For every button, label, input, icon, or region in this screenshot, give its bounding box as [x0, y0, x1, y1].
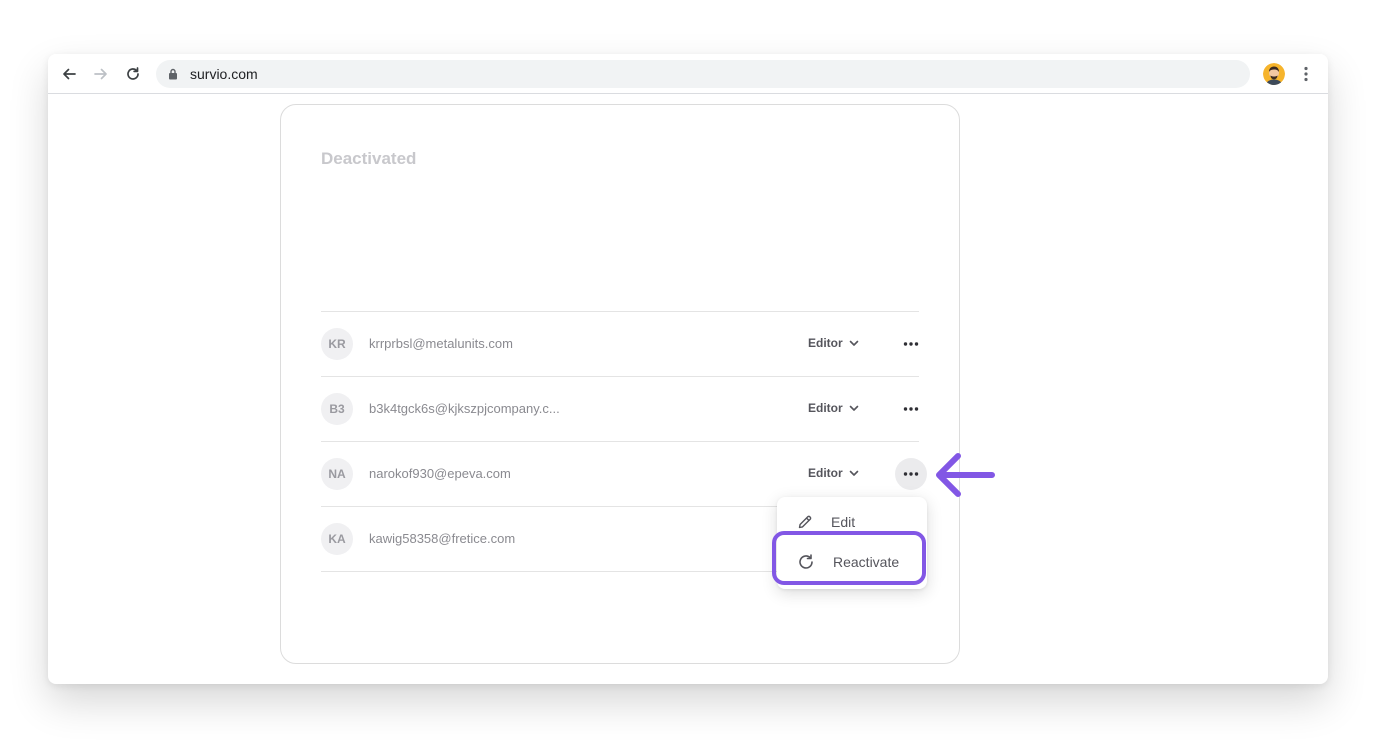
- member-email: kawig58358@fretice.com: [369, 531, 516, 546]
- member-avatar: B3: [321, 393, 353, 425]
- chevron-down-icon: [849, 470, 858, 476]
- more-options-button[interactable]: [895, 393, 927, 425]
- member-email: narokof930@epeva.com: [369, 466, 511, 481]
- chevron-down-icon: [849, 405, 858, 411]
- member-avatar: NA: [321, 458, 353, 490]
- reload-icon[interactable]: [123, 64, 143, 84]
- member-email: b3k4tgck6s@kjkszpjcompany.c...: [369, 401, 560, 416]
- url-text: survio.com: [190, 66, 258, 82]
- member-row: B3 b3k4tgck6s@kjkszpjcompany.c... Editor: [321, 377, 919, 442]
- edit-label: Edit: [831, 514, 856, 530]
- role-dropdown[interactable]: Editor: [808, 401, 859, 415]
- deactivated-members-card: Deactivated KR krrprbsl@metalunits.com E…: [280, 104, 960, 664]
- chevron-down-icon: [849, 340, 858, 346]
- role-dropdown[interactable]: Editor: [808, 336, 859, 350]
- member-avatar: KA: [321, 523, 353, 555]
- forward-icon[interactable]: [91, 64, 111, 84]
- reactivate-label: Reactivate: [833, 554, 900, 570]
- profile-avatar[interactable]: [1263, 63, 1285, 85]
- pointer-arrow-icon: [936, 453, 995, 497]
- reactivate-menu-item[interactable]: Reactivate: [777, 545, 927, 579]
- back-icon[interactable]: [59, 64, 79, 84]
- member-row: KR krrprbsl@metalunits.com Editor: [321, 312, 919, 377]
- role-label: Editor: [808, 466, 843, 480]
- role-label: Editor: [808, 401, 843, 415]
- more-options-button[interactable]: [895, 328, 927, 360]
- more-horizontal-icon: [903, 407, 919, 411]
- more-horizontal-icon: [903, 342, 919, 346]
- pencil-icon: [798, 515, 812, 529]
- more-horizontal-icon: [903, 472, 919, 476]
- member-options-menu: Edit Reactivate: [772, 497, 927, 589]
- edit-menu-item[interactable]: Edit: [777, 505, 927, 539]
- lock-icon: [168, 67, 182, 81]
- browser-toolbar: survio.com: [48, 54, 1328, 94]
- role-label: Editor: [808, 336, 843, 350]
- browser-window: survio.com Deactivated KR krrprbsl@metal…: [48, 54, 1328, 684]
- more-options-button[interactable]: [895, 458, 927, 490]
- section-title: Deactivated: [321, 149, 417, 168]
- refresh-icon: [799, 554, 813, 569]
- member-avatar: KR: [321, 328, 353, 360]
- more-vert-icon[interactable]: [1296, 64, 1316, 84]
- address-bar[interactable]: survio.com: [156, 60, 1250, 88]
- role-dropdown[interactable]: Editor: [808, 466, 859, 480]
- member-email: krrprbsl@metalunits.com: [369, 336, 513, 351]
